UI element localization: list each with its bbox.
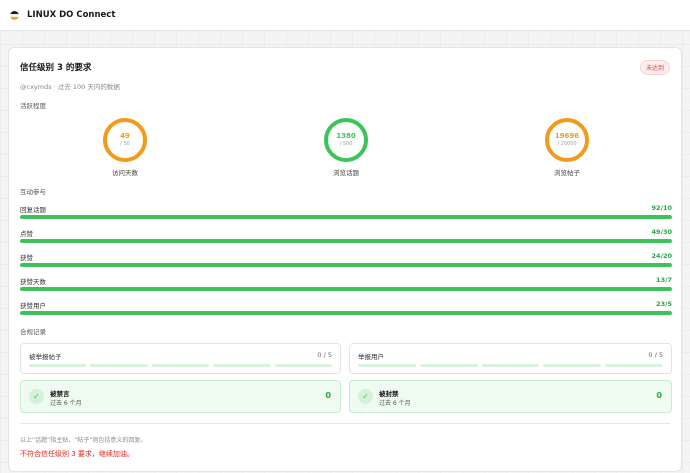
interaction-section-label: 互动参与 (20, 188, 46, 196)
progress-row-likes-given: 点赞 49/30 (20, 228, 672, 245)
footer-note: 以上“话题”指主贴，“帖子”则包括意义的回复。 (20, 437, 147, 444)
progress-label: 点赞 (20, 230, 33, 238)
ring-label: 浏览帖子 (554, 169, 580, 177)
check-title: 被禁言 (50, 390, 70, 398)
compliance-section-label: 合规记录 (20, 328, 46, 336)
segment (419, 364, 478, 367)
ring-label: 访问天数 (112, 169, 138, 177)
ring-target: / 50 (120, 141, 130, 147)
ring-target: / 20000 (557, 141, 577, 147)
trust-level-card: 信任级别 3 的要求 未达到 @cxymds · 过去 100 天内的数据 活跃… (8, 47, 682, 472)
progress-track (20, 239, 672, 243)
ring-target: / 500 (339, 141, 353, 147)
progress-row-liked-days: 获赞天数 13/7 (20, 276, 672, 293)
check-subtitle: 过去 6 个月 (379, 400, 411, 407)
segment (29, 364, 87, 367)
card-header: 信任级别 3 的要求 未达到 (20, 60, 670, 75)
ring-label: 浏览话题 (333, 169, 359, 177)
progress-label: 获赞用户 (20, 302, 46, 310)
footer-divider (20, 423, 670, 424)
segment (274, 364, 333, 367)
progress-track (20, 215, 672, 219)
progress-value: 13/7 (656, 276, 672, 284)
check-subtitle: 过去 6 个月 (50, 400, 82, 407)
progress-fill (20, 311, 672, 315)
segment (90, 364, 148, 367)
segment (543, 364, 602, 367)
top-bar: LINUX DO Connect (0, 0, 690, 31)
linux-do-logo-icon[interactable] (10, 10, 19, 20)
app-title[interactable]: LINUX DO Connect (27, 10, 115, 20)
suspended-check-box: ✓ 被封禁 过去 6 个月 0 (349, 380, 672, 413)
counter-label: 被举报帖子 (29, 353, 62, 361)
progress-fill (20, 287, 672, 291)
status-badge: 未达到 (639, 60, 670, 75)
posts-viewed-ring: 19696 / 20000 (545, 118, 589, 162)
progress-row-liked-users: 获赞用户 23/5 (20, 300, 672, 317)
ring-value: 1380 (336, 132, 356, 140)
progress-fill (20, 239, 672, 243)
verdict-text: 不符合信任级别 3 要求，继续加油。 (20, 450, 134, 458)
progress-fill (20, 215, 672, 219)
segment (358, 364, 416, 367)
progress-fill (20, 263, 672, 267)
segment (213, 364, 271, 367)
silenced-check-box: ✓ 被禁言 过去 6 个月 0 (20, 380, 341, 413)
reported-posts-box: 被举报帖子 0 / 5 (20, 343, 341, 374)
counter-value: 0 / 5 (317, 351, 332, 359)
topics-viewed-ring: 1380 / 500 (324, 118, 368, 162)
check-title: 被封禁 (379, 390, 399, 398)
check-icon: ✓ (358, 389, 373, 404)
progress-value: 49/30 (651, 228, 672, 236)
segment (151, 364, 210, 367)
segment (605, 364, 663, 367)
progress-value: 92/10 (651, 204, 672, 212)
progress-label: 获赞天数 (20, 278, 46, 286)
ring-value: 19696 (554, 132, 580, 140)
check-icon: ✓ (29, 389, 44, 404)
reported-users-box: 举报用户 0 / 5 (349, 343, 672, 374)
card-title: 信任级别 3 的要求 (20, 63, 92, 73)
visit-days-ring: 49 / 50 (103, 118, 147, 162)
counter-label: 举报用户 (358, 353, 384, 361)
progress-row-likes-received: 获赞 24/20 (20, 252, 672, 269)
segment (481, 364, 540, 367)
progress-track (20, 263, 672, 267)
progress-value: 24/20 (651, 252, 672, 260)
counter-value: 0 / 5 (648, 351, 663, 359)
progress-label: 获赞 (20, 254, 33, 262)
progress-row-replies: 回复话题 92/10 (20, 204, 672, 221)
progress-label: 回复话题 (20, 206, 46, 214)
counter-segments (358, 364, 663, 367)
card-subtitle: @cxymds · 过去 100 天内的数据 (20, 83, 120, 91)
check-value: 0 (325, 391, 331, 400)
counter-segments (29, 364, 333, 367)
progress-track (20, 287, 672, 291)
logo-stripe-orange (10, 16, 19, 20)
ring-value: 49 (120, 132, 130, 140)
activity-section-label: 活跃程度 (20, 102, 46, 110)
progress-track (20, 311, 672, 315)
progress-value: 23/5 (656, 300, 672, 308)
check-value: 0 (656, 391, 662, 400)
